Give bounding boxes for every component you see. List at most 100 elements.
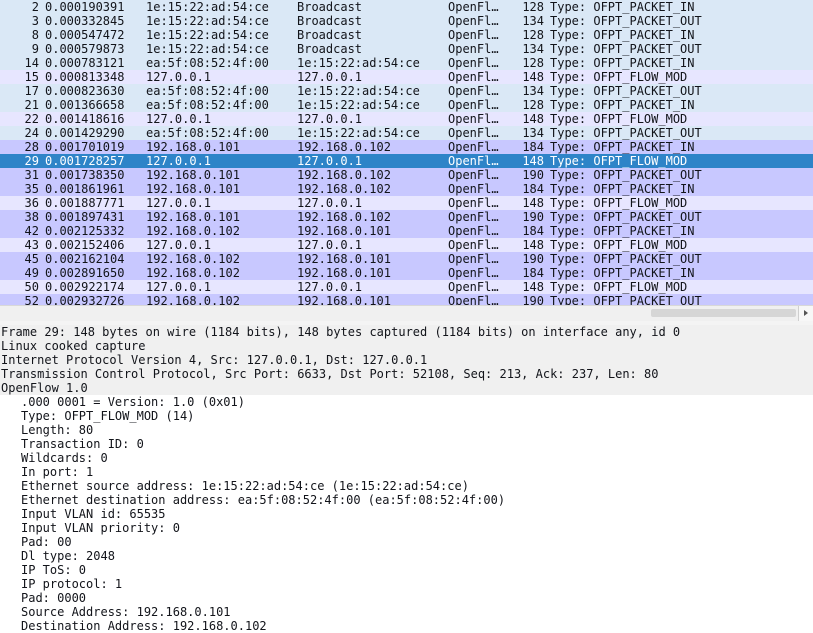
packet-row[interactable]: 36 0.001887771 127.0.0.1 127.0.0.1 OpenFl… 14… [0,196,813,210]
packet-row[interactable]: 8 0.000547472 1e:15:22:ad:54:ce Broadcast Op… [0,28,813,42]
packet-source: ea:5f:08:52:4f:00 [146,84,269,98]
packet-length: 128 [522,56,544,70]
details-tree-field[interactable]: .000 0001 = Version: 1.0 (0x01) [0,395,813,409]
scroll-right-arrow-icon[interactable] [798,306,813,321]
packet-time: 0.001366658 [45,98,125,112]
packet-length: 190 [522,294,544,305]
packet-protocol: OpenFl… [448,224,499,238]
details-tree-field[interactable]: Pad: 0000 [0,591,813,605]
packet-info: Type: OFPT_PACKET_OUT [550,126,702,140]
packet-protocol: OpenFl… [448,280,499,294]
packet-protocol: OpenFl… [448,70,499,84]
packet-info: Type: OFPT_PACKET_OUT [550,210,702,224]
packet-length: 134 [522,126,544,140]
packet-protocol: OpenFl… [448,154,499,168]
packet-info: Type: OFPT_PACKET_IN [550,0,695,14]
packet-info: Type: OFPT_FLOW_MOD [550,112,688,126]
packet-row[interactable]: 21 0.001366658 ea:5f:08:52:4f:00 1e:15:22:a… [0,98,813,112]
packet-info: Type: OFPT_PACKET_IN [550,28,695,42]
packet-time: 0.002932726 [45,294,125,305]
details-tree-field[interactable]: Ethernet source address: 1e:15:22:ad:54:… [0,479,813,493]
packet-row[interactable]: 52 0.002932726 192.168.0.102 192.168.0.101 O… [0,294,813,305]
packet-row[interactable]: 9 0.000579873 1e:15:22:ad:54:ce Broadcast Op… [0,42,813,56]
packet-source: 192.168.0.101 [146,210,240,224]
packet-protocol: OpenFl… [448,28,499,42]
packet-row[interactable]: 28 0.001701019 192.168.0.101 192.168.0.102 O… [0,140,813,154]
packet-number: 50 [24,280,39,294]
details-tree-field[interactable]: Ethernet destination address: ea:5f:08:5… [0,493,813,507]
packet-row[interactable]: 3 0.000332845 1e:15:22:ad:54:ce Broadcast Op… [0,14,813,28]
packet-list[interactable]: 2 0.000190391 1e:15:22:ad:54:ce Broadcast Op… [0,0,813,305]
packet-row[interactable]: 42 0.002125332 192.168.0.102 192.168.0.101 O… [0,224,813,238]
packet-row[interactable]: 15 0.000813348 127.0.0.1 127.0.0.1 OpenFl… 14… [0,70,813,84]
packet-time: 0.002152406 [45,238,125,252]
packet-number: 28 [24,140,39,154]
packet-protocol: OpenFl… [448,294,499,305]
packet-time: 0.000579873 [45,42,125,56]
details-tree-node[interactable]: Internet Protocol Version 4, Src: 127.0.… [0,353,813,367]
details-tree-node[interactable]: Linux cooked capture [0,339,813,353]
packet-number: 38 [24,210,39,224]
packet-protocol: OpenFl… [448,196,499,210]
details-tree-node[interactable]: OpenFlow 1.0 [0,381,813,395]
packet-row[interactable]: 50 0.002922174 127.0.0.1 127.0.0.1 OpenFl… 14… [0,280,813,294]
details-tree-field[interactable]: In port: 1 [0,465,813,479]
packet-number: 31 [24,168,39,182]
packet-row[interactable]: 31 0.001738350 192.168.0.101 192.168.0.102 O… [0,168,813,182]
details-tree-field[interactable]: IP ToS: 0 [0,563,813,577]
packet-row[interactable]: 49 0.002891650 192.168.0.102 192.168.0.101 O… [0,266,813,280]
details-tree-field[interactable]: Wildcards: 0 [0,451,813,465]
packet-destination: 127.0.0.1 [297,70,363,84]
packet-number: 35 [24,182,39,196]
packet-info: Type: OFPT_PACKET_OUT [550,14,702,28]
packet-row[interactable]: 14 0.000783121 ea:5f:08:52:4f:00 1e:15:22:a… [0,56,813,70]
packet-destination: 192.168.0.101 [297,294,391,305]
packet-source: 1e:15:22:ad:54:ce [146,28,269,42]
packet-protocol: OpenFl… [448,84,499,98]
details-tree-node[interactable]: Transmission Control Protocol, Src Port:… [0,367,813,381]
packet-length: 184 [522,140,544,154]
details-tree-field[interactable]: Input VLAN id: 65535 [0,507,813,521]
packet-time: 0.002891650 [45,266,125,280]
packet-row[interactable]: 22 0.001418616 127.0.0.1 127.0.0.1 OpenFl… 14… [0,112,813,126]
details-tree-node[interactable]: Frame 29: 148 bytes on wire (1184 bits),… [0,325,813,339]
packet-source: 127.0.0.1 [146,112,212,126]
packet-info: Type: OFPT_FLOW_MOD [550,280,688,294]
packet-destination: 127.0.0.1 [297,280,363,294]
packet-number: 3 [31,14,39,28]
packet-details-tree[interactable]: Frame 29: 148 bytes on wire (1184 bits),… [0,325,813,633]
packet-row-selected[interactable]: 29 0.001728257 127.0.0.1 127.0.0.1 OpenFl… 14… [0,154,813,168]
packet-destination: 1e:15:22:ad:54:ce [297,98,420,112]
packet-destination: Broadcast [297,14,363,28]
details-tree-field[interactable]: Length: 80 [0,423,813,437]
packet-row[interactable]: 17 0.000823630 ea:5f:08:52:4f:00 1e:15:22:a… [0,84,813,98]
packet-row[interactable]: 35 0.001861961 192.168.0.101 192.168.0.102 O… [0,182,813,196]
scrollbar-thumb[interactable] [651,309,796,317]
details-tree-field[interactable]: Type: OFPT_FLOW_MOD (14) [0,409,813,423]
packet-time: 0.000190391 [45,0,125,14]
packet-row[interactable]: 43 0.002152406 127.0.0.1 127.0.0.1 OpenFl… 14… [0,238,813,252]
packet-protocol: OpenFl… [448,210,499,224]
packet-number: 43 [24,238,39,252]
packet-protocol: OpenFl… [448,56,499,70]
details-tree-field[interactable]: Dl type: 2048 [0,549,813,563]
packet-info: Type: OFPT_PACKET_OUT [550,252,702,266]
packet-length: 134 [522,84,544,98]
packet-row[interactable]: 2 0.000190391 1e:15:22:ad:54:ce Broadcast Op… [0,0,813,14]
packet-row[interactable]: 45 0.002162104 192.168.0.102 192.168.0.101 O… [0,252,813,266]
packet-row[interactable]: 38 0.001897431 192.168.0.101 192.168.0.102 O… [0,210,813,224]
packet-row[interactable]: 24 0.001429290 ea:5f:08:52:4f:00 1e:15:22:a… [0,126,813,140]
packet-protocol: OpenFl… [448,14,499,28]
details-tree-field[interactable]: Destination Address: 192.168.0.102 [0,619,813,633]
horizontal-scrollbar[interactable] [0,305,813,321]
packet-protocol: OpenFl… [448,42,499,56]
details-tree-field[interactable]: Pad: 00 [0,535,813,549]
details-tree-field[interactable]: Source Address: 192.168.0.101 [0,605,813,619]
details-tree-field[interactable]: IP protocol: 1 [0,577,813,591]
packet-destination: 1e:15:22:ad:54:ce [297,84,420,98]
packet-source: 192.168.0.102 [146,266,240,280]
details-tree-field[interactable]: Transaction ID: 0 [0,437,813,451]
details-tree-field[interactable]: Input VLAN priority: 0 [0,521,813,535]
packet-info: Type: OFPT_PACKET_IN [550,182,695,196]
packet-time: 0.001429290 [45,126,125,140]
